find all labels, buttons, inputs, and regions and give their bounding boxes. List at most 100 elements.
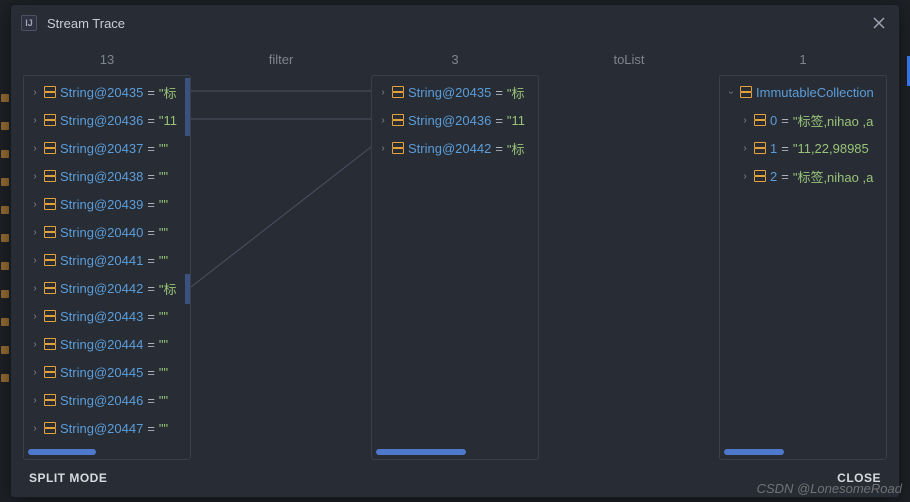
horizontal-scrollbar[interactable] — [28, 449, 186, 455]
chevron-right-icon: › — [30, 367, 40, 378]
equals-sign: = — [143, 365, 159, 380]
equals-sign: = — [143, 253, 159, 268]
equals-sign: = — [143, 393, 159, 408]
chevron-right-icon: › — [30, 283, 40, 294]
object-icon — [44, 310, 54, 322]
equals-sign: = — [777, 169, 793, 184]
chevron-right-icon: › — [30, 171, 40, 182]
object-name: String@20441 — [60, 253, 143, 268]
object-icon — [754, 114, 764, 126]
equals-sign: = — [143, 113, 159, 128]
object-icon — [44, 170, 54, 182]
equals-sign: = — [143, 281, 159, 296]
object-value: "标 — [159, 279, 177, 298]
equals-sign: = — [491, 113, 507, 128]
list-item[interactable]: › String@20445 = "" — [24, 358, 190, 386]
chevron-right-icon: › — [30, 339, 40, 350]
object-icon — [44, 422, 54, 434]
count-after-filter: 3 — [371, 48, 539, 71]
horizontal-scrollbar[interactable] — [724, 449, 882, 455]
object-name: String@20439 — [60, 197, 143, 212]
close-button[interactable]: CLOSE — [837, 471, 881, 485]
index-key: 1 — [770, 141, 777, 156]
horizontal-scrollbar[interactable] — [376, 449, 534, 455]
object-name: String@20446 — [60, 393, 143, 408]
list-item[interactable]: › String@20442 = "标 — [372, 134, 538, 162]
object-name: String@20440 — [60, 225, 143, 240]
chevron-right-icon: › — [378, 115, 388, 126]
list-item[interactable]: › String@20444 = "" — [24, 330, 190, 358]
list-item[interactable]: › 1 = "11,22,98985 — [720, 134, 886, 162]
equals-sign: = — [491, 141, 507, 156]
list-item[interactable]: › String@20447 = "" — [24, 414, 190, 442]
object-icon — [44, 142, 54, 154]
chevron-right-icon: › — [740, 143, 750, 154]
list-item[interactable]: › String@20439 = "" — [24, 190, 190, 218]
object-name: String@20438 — [60, 169, 143, 184]
object-name: String@20435 — [60, 85, 143, 100]
list-item[interactable]: › 2 = "标签,nihao ,a — [720, 162, 886, 190]
chevron-right-icon: › — [30, 423, 40, 434]
object-value: "" — [159, 225, 168, 240]
object-icon — [392, 142, 402, 154]
object-value: "" — [159, 337, 168, 352]
index-key: 0 — [770, 113, 777, 128]
chevron-right-icon: › — [378, 87, 388, 98]
chevron-down-icon: › — [726, 87, 737, 97]
object-name: String@20445 — [60, 365, 143, 380]
equals-sign: = — [143, 169, 159, 184]
split-mode-button[interactable]: SPLIT MODE — [29, 471, 107, 485]
object-icon — [392, 86, 402, 98]
object-name: String@20442 — [408, 141, 491, 156]
stage-headers: 13 filter 3 toList 1 — [11, 42, 899, 75]
object-icon — [44, 338, 54, 350]
chevron-right-icon: › — [30, 255, 40, 266]
object-icon — [44, 394, 54, 406]
object-name: String@20436 — [60, 113, 143, 128]
list-item[interactable]: › String@20446 = "" — [24, 386, 190, 414]
index-key: 2 — [770, 169, 777, 184]
object-value: "" — [159, 169, 168, 184]
list-item[interactable]: › String@20436 = "11 — [24, 106, 190, 134]
object-value: "11 — [159, 113, 177, 128]
selection-marker — [185, 78, 190, 136]
chevron-right-icon: › — [30, 87, 40, 98]
result-column: › ImmutableCollection› 0 = "标签,nihao ,a›… — [719, 75, 887, 460]
object-name: ImmutableCollection — [756, 85, 874, 100]
object-icon — [44, 282, 54, 294]
stream-trace-dialog: IJ Stream Trace 13 filter 3 toList 1 › S… — [10, 4, 900, 498]
list-item[interactable]: › String@20435 = "标 — [24, 78, 190, 106]
list-item[interactable]: › 0 = "标签,nihao ,a — [720, 106, 886, 134]
chevron-right-icon: › — [30, 227, 40, 238]
object-value: "" — [159, 141, 168, 156]
list-item[interactable]: › String@20438 = "" — [24, 162, 190, 190]
object-icon — [44, 198, 54, 210]
list-item[interactable]: › String@20437 = "" — [24, 134, 190, 162]
object-name: String@20444 — [60, 337, 143, 352]
equals-sign: = — [143, 197, 159, 212]
list-item[interactable]: › String@20443 = "" — [24, 302, 190, 330]
list-item[interactable]: › String@20440 = "" — [24, 218, 190, 246]
op-tolist-label: toList — [539, 48, 719, 71]
object-value: "11 — [507, 113, 525, 128]
list-item[interactable]: › String@20435 = "标 — [372, 78, 538, 106]
object-icon — [44, 226, 54, 238]
chevron-right-icon: › — [30, 199, 40, 210]
object-value: "" — [159, 253, 168, 268]
chevron-right-icon: › — [740, 171, 750, 182]
object-name: String@20437 — [60, 141, 143, 156]
dialog-title: Stream Trace — [47, 16, 125, 31]
equals-sign: = — [143, 421, 159, 436]
ij-logo-icon: IJ — [21, 15, 37, 31]
list-item[interactable]: › String@20436 = "11 — [372, 106, 538, 134]
source-column: › String@20435 = "标› String@20436 = "11›… — [23, 75, 191, 460]
object-value: "标签,nihao ,a — [793, 111, 874, 130]
close-icon[interactable] — [869, 13, 889, 33]
tree-root[interactable]: › ImmutableCollection — [720, 78, 886, 106]
object-name: String@20443 — [60, 309, 143, 324]
object-icon — [44, 114, 54, 126]
list-item[interactable]: › String@20441 = "" — [24, 246, 190, 274]
list-item[interactable]: › String@20442 = "标 — [24, 274, 190, 302]
equals-sign: = — [143, 337, 159, 352]
object-value: "" — [159, 393, 168, 408]
